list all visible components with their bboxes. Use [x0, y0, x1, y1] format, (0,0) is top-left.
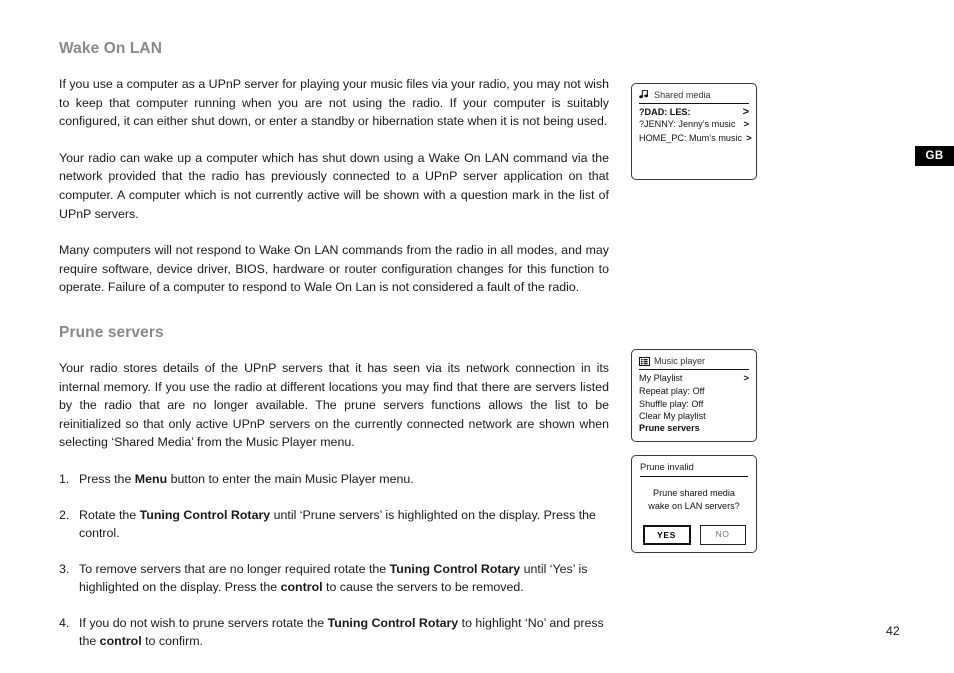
- dialog-prune-invalid: Prune invalid Prune shared media wake on…: [631, 455, 757, 553]
- step-text: If you do not wish to prune servers rota…: [79, 615, 604, 649]
- paragraph-wol-2: Your radio can wake up a computer which …: [59, 150, 609, 221]
- step-text: Press the Menu button to enter the main …: [79, 471, 414, 486]
- list-item[interactable]: Repeat play: Off: [639, 385, 749, 397]
- step-text: To remove servers that are no longer req…: [79, 561, 588, 595]
- chevron-right-icon: >: [746, 132, 752, 144]
- chevron-right-icon: >: [743, 119, 749, 131]
- display-header: Music player: [639, 355, 749, 371]
- list-item: 3. To remove servers that are no longer …: [59, 560, 609, 597]
- list-item-label: ?JENNY: Jenny’s music: [639, 119, 736, 130]
- list-item-label: My Playlist: [639, 373, 683, 384]
- dialog-message: Prune shared media wake on LAN servers?: [640, 487, 748, 512]
- step-number: 4.: [59, 615, 70, 630]
- page-title-wake-on-lan: Wake On LAN: [59, 40, 163, 57]
- list-item-label: Clear My playlist: [639, 410, 706, 421]
- page-number: 42: [886, 624, 900, 638]
- display-shared-media: Shared media ?DAD: LES: > ?JENNY: Jenny’…: [631, 83, 757, 180]
- list-item-label: ?DAD: LES:: [639, 107, 691, 118]
- section-title-prune-servers: Prune servers: [59, 323, 164, 341]
- list-item[interactable]: My Playlist >: [639, 372, 749, 385]
- dialog-title: Prune invalid: [640, 461, 748, 478]
- list-item: 1. Press the Menu button to enter the ma…: [59, 470, 609, 489]
- list-item: 2. Rotate the Tuning Control Rotary unti…: [59, 506, 609, 543]
- instruction-steps-list: 1. Press the Menu button to enter the ma…: [59, 470, 609, 651]
- list-item-label: Prune servers: [639, 423, 700, 434]
- no-button[interactable]: NO: [699, 525, 746, 546]
- list-icon: [639, 356, 650, 366]
- list-item-label: Shuffle play: Off: [639, 398, 704, 409]
- display-title: Shared media: [654, 90, 711, 100]
- yes-button[interactable]: YES: [642, 525, 691, 546]
- dialog-message-line-1: Prune shared media: [653, 488, 735, 499]
- chevron-right-icon: >: [742, 106, 749, 119]
- list-item: 4. If you do not wish to prune servers r…: [59, 614, 609, 651]
- dialog-message-line-2: wake on LAN servers?: [648, 500, 740, 511]
- list-item-label: Repeat play: Off: [639, 386, 705, 397]
- paragraph-wol-1: If you use a computer as a UPnP server f…: [59, 77, 609, 129]
- list-item[interactable]: HOME_PC: Mum‘s music >: [639, 132, 752, 145]
- display-header: Shared media: [639, 89, 749, 105]
- list-item-label: HOME_PC: Mum‘s music: [639, 132, 743, 143]
- display-title: Music player: [654, 356, 706, 366]
- list-item-prune-servers[interactable]: Prune servers: [639, 422, 749, 434]
- list-item[interactable]: Clear My playlist: [639, 410, 749, 422]
- dialog-button-row: YES NO: [640, 525, 748, 546]
- display-music-player: Music player My Playlist > Repeat play: …: [631, 349, 757, 442]
- step-number: 1.: [59, 471, 70, 486]
- chevron-right-icon: >: [743, 373, 749, 385]
- step-number: 2.: [59, 507, 70, 522]
- step-text: Rotate the Tuning Control Rotary until ‘…: [79, 507, 596, 541]
- list-item[interactable]: ?JENNY: Jenny’s music >: [639, 118, 749, 131]
- main-content-column: Wake On LAN If you use a computer as a U…: [59, 40, 609, 668]
- step-number: 3.: [59, 561, 70, 576]
- paragraph-prune-1: Your radio stores details of the UPnP se…: [59, 360, 609, 450]
- region-badge-gb: GB: [915, 146, 954, 166]
- music-notes-icon: [639, 90, 650, 100]
- list-item[interactable]: Shuffle play: Off: [639, 398, 749, 410]
- paragraph-wol-3: Many computers will not respond to Wake …: [59, 243, 609, 295]
- list-item[interactable]: ?DAD: LES: >: [639, 106, 749, 118]
